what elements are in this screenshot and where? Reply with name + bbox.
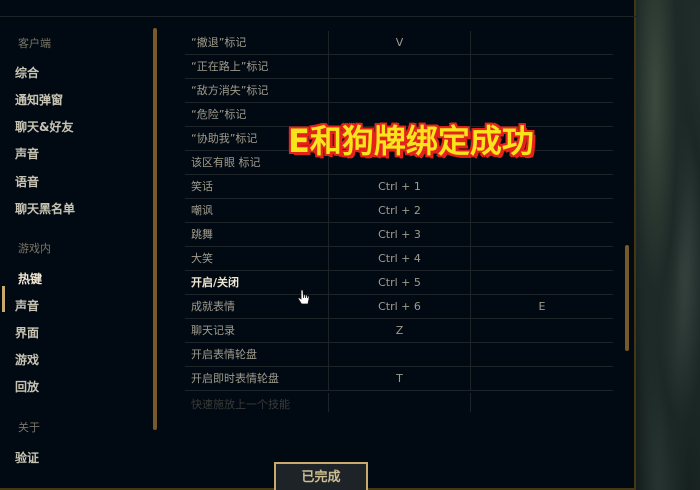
sidebar-item-verify[interactable]: 验证 bbox=[15, 449, 39, 466]
table-row[interactable]: “撤退”标记 V bbox=[185, 31, 613, 55]
hotkey-alternate-slot[interactable] bbox=[470, 199, 613, 223]
settings-sidebar: 客户端 综合 通知弹窗 聊天&好友 声音 语音 聊天黑名单 游戏内 热键 声音 … bbox=[0, 22, 150, 490]
hotkey-primary-slot[interactable] bbox=[328, 343, 470, 367]
hotkey-name: 成就表情 bbox=[191, 300, 235, 313]
mouse-pointer-hand-icon bbox=[297, 289, 310, 305]
hotkey-primary-slot[interactable] bbox=[328, 55, 470, 79]
sidebar-section-client: 客户端 bbox=[18, 37, 51, 50]
hotkey-name: 跳舞 bbox=[191, 228, 213, 241]
hotkey-alternate-slot[interactable] bbox=[470, 247, 613, 271]
hotkey-table: “撤退”标记 V “正在路上”标记 “敌方消失”标记 “危险”标记 “协助我”标… bbox=[185, 31, 613, 412]
video-overlay-caption: E和狗牌绑定成功 bbox=[288, 122, 534, 160]
hotkey-alternate-slot[interactable] bbox=[470, 31, 613, 55]
hotkey-alternate-slot[interactable] bbox=[470, 319, 613, 343]
hotkey-primary-slot[interactable]: Ctrl + 6 bbox=[328, 295, 470, 319]
panel-top-divider bbox=[0, 16, 636, 17]
hotkey-primary-slot[interactable]: T bbox=[328, 367, 470, 391]
hotkey-name: “协助我”标记 bbox=[191, 132, 258, 145]
sidebar-section-ingame: 游戏内 bbox=[18, 242, 51, 255]
hotkey-name: 笑话 bbox=[191, 180, 213, 193]
table-row[interactable]: 开启表情轮盘 bbox=[185, 343, 613, 367]
hotkey-alternate-slot[interactable] bbox=[470, 79, 613, 103]
hotkey-name: 该区有眼 标记 bbox=[191, 156, 261, 169]
sidebar-scrollbar[interactable] bbox=[153, 28, 157, 430]
table-row[interactable]: 嘲讽 Ctrl + 2 bbox=[185, 199, 613, 223]
sidebar-item-general[interactable]: 综合 bbox=[15, 64, 39, 81]
hotkey-alternate-slot[interactable] bbox=[470, 223, 613, 247]
hotkey-name: 开启/关闭 bbox=[191, 276, 240, 289]
sidebar-item-ingame-sound[interactable]: 声音 bbox=[15, 297, 39, 314]
hotkey-primary-slot[interactable]: Ctrl + 1 bbox=[328, 175, 470, 199]
sidebar-item-notifications[interactable]: 通知弹窗 bbox=[15, 91, 63, 108]
table-row[interactable]: 笑话 Ctrl + 1 bbox=[185, 175, 613, 199]
hotkey-primary-slot[interactable]: V bbox=[328, 31, 470, 55]
hotkey-alternate-slot[interactable] bbox=[470, 367, 613, 391]
table-row[interactable]: 开启即时表情轮盘 T bbox=[185, 367, 613, 391]
table-row[interactable]: 跳舞 Ctrl + 3 bbox=[185, 223, 613, 247]
table-row[interactable]: 大笑 Ctrl + 4 bbox=[185, 247, 613, 271]
table-row-hovered[interactable]: 开启/关闭 Ctrl + 5 bbox=[185, 271, 613, 295]
hotkey-name: 聊天记录 bbox=[191, 324, 235, 337]
hotkey-primary-slot[interactable] bbox=[328, 393, 470, 412]
table-row[interactable]: “敌方消失”标记 bbox=[185, 79, 613, 103]
sidebar-item-interface[interactable]: 界面 bbox=[15, 324, 39, 341]
sidebar-section-about: 关于 bbox=[18, 421, 40, 434]
hotkey-primary-slot[interactable] bbox=[328, 79, 470, 103]
hotkey-alternate-slot[interactable] bbox=[470, 393, 613, 412]
hotkey-name: “危险”标记 bbox=[191, 108, 247, 121]
hotkey-primary-slot[interactable]: Ctrl + 5 bbox=[328, 271, 470, 295]
hotkey-name: 大笑 bbox=[191, 252, 213, 265]
sidebar-item-game[interactable]: 游戏 bbox=[15, 351, 39, 368]
hotkey-name: 开启表情轮盘 bbox=[191, 348, 257, 361]
sidebar-item-chat-friends[interactable]: 聊天&好友 bbox=[15, 118, 73, 135]
hotkey-name: “正在路上”标记 bbox=[191, 60, 269, 73]
sidebar-item-voice[interactable]: 语音 bbox=[15, 173, 39, 190]
hotkey-primary-slot[interactable]: Ctrl + 3 bbox=[328, 223, 470, 247]
hotkey-primary-slot[interactable]: Ctrl + 4 bbox=[328, 247, 470, 271]
hotkey-alternate-slot[interactable]: E bbox=[470, 295, 613, 319]
settings-panel: 客户端 综合 通知弹窗 聊天&好友 声音 语音 聊天黑名单 游戏内 热键 声音 … bbox=[0, 0, 636, 490]
hotkey-name: 嘲讽 bbox=[191, 204, 213, 217]
hotkey-name: 快速施放上一个技能 bbox=[191, 398, 290, 411]
sidebar-active-indicator bbox=[2, 286, 5, 312]
sidebar-item-replay[interactable]: 回放 bbox=[15, 378, 39, 395]
hotkey-alternate-slot[interactable] bbox=[470, 175, 613, 199]
sidebar-item-chat-blocklist[interactable]: 聊天黑名单 bbox=[15, 200, 75, 217]
game-map-backdrop bbox=[636, 0, 700, 490]
sidebar-item-hotkeys[interactable]: 热键 bbox=[18, 270, 42, 287]
table-row[interactable]: 快速施放上一个技能 bbox=[185, 393, 613, 412]
sidebar-item-client-sound[interactable]: 声音 bbox=[15, 145, 39, 162]
hotkey-primary-slot[interactable]: Ctrl + 2 bbox=[328, 199, 470, 223]
done-button[interactable]: 已完成 bbox=[274, 462, 368, 490]
table-scrollbar[interactable] bbox=[625, 245, 629, 351]
hotkey-primary-slot[interactable]: Z bbox=[328, 319, 470, 343]
hotkey-name: “撤退”标记 bbox=[191, 36, 247, 49]
table-row[interactable]: 成就表情 Ctrl + 6 E bbox=[185, 295, 613, 319]
table-row[interactable]: “正在路上”标记 bbox=[185, 55, 613, 79]
hotkey-alternate-slot[interactable] bbox=[470, 343, 613, 367]
hotkey-alternate-slot[interactable] bbox=[470, 271, 613, 295]
hotkey-name: 开启即时表情轮盘 bbox=[191, 372, 279, 385]
hotkey-alternate-slot[interactable] bbox=[470, 55, 613, 79]
table-row[interactable]: 聊天记录 Z bbox=[185, 319, 613, 343]
hotkey-name: “敌方消失”标记 bbox=[191, 84, 269, 97]
